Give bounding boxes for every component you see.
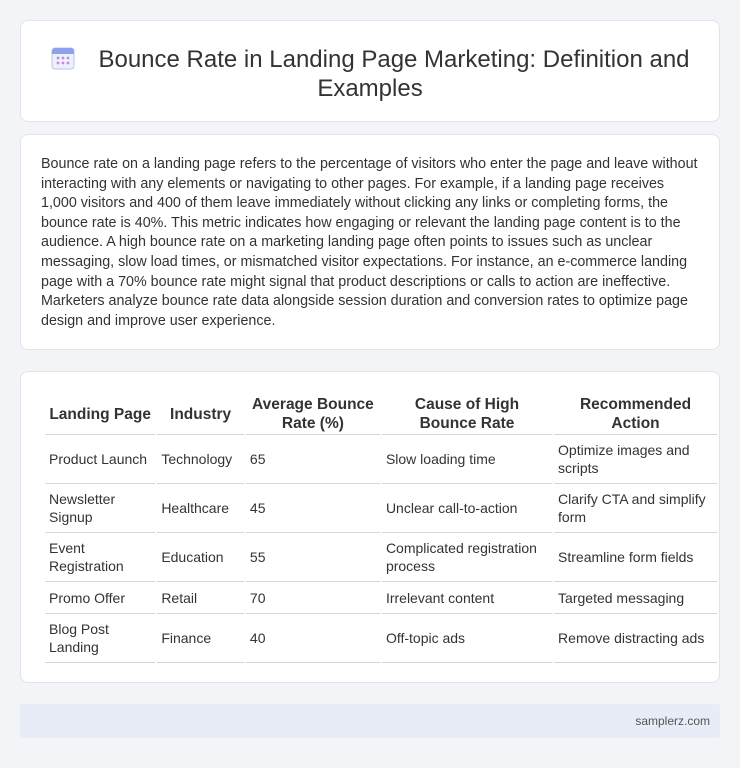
title-card: Bounce Rate in Landing Page Marketing: D…: [20, 20, 720, 122]
page-title-wrap: Bounce Rate in Landing Page Marketing: D…: [21, 45, 719, 103]
cell-industry: Education: [157, 533, 244, 582]
cell-cause: Unclear call-to-action: [381, 484, 553, 533]
table-row: Event Registration Education 55 Complica…: [45, 533, 717, 582]
page-title: Bounce Rate in Landing Page Marketing: D…: [98, 46, 690, 102]
cell-landing-page: Blog Post Landing: [45, 614, 156, 663]
cell-industry: Retail: [157, 582, 244, 614]
cell-bounce-rate: 40: [245, 614, 380, 663]
cell-cause: Complicated registration process: [381, 533, 553, 582]
footer-site-link[interactable]: samplerz.com: [635, 714, 710, 728]
description-text: Bounce rate on a landing page refers to …: [41, 156, 698, 329]
cell-landing-page: Event Registration: [45, 533, 156, 582]
description-card: Bounce rate on a landing page refers to …: [20, 134, 720, 350]
table-header-row: Landing Page Industry Average Bounce Rat…: [45, 393, 717, 435]
table-row: Newsletter Signup Healthcare 45 Unclear …: [45, 484, 717, 533]
cell-industry: Technology: [157, 435, 244, 484]
cell-cause: Off-topic ads: [381, 614, 553, 663]
cell-landing-page: Newsletter Signup: [45, 484, 156, 533]
cell-cause: Irrelevant content: [381, 582, 553, 614]
cell-bounce-rate: 65: [245, 435, 380, 484]
cell-bounce-rate: 45: [245, 484, 380, 533]
calendar-icon: [51, 47, 75, 70]
cell-industry: Finance: [157, 614, 244, 663]
table-row: Blog Post Landing Finance 40 Off-topic a…: [45, 614, 717, 663]
cell-cause: Slow loading time: [381, 435, 553, 484]
cell-action: Remove distracting ads: [554, 614, 717, 663]
table-row: Product Launch Technology 65 Slow loadin…: [45, 435, 717, 484]
cell-industry: Healthcare: [157, 484, 244, 533]
column-header-landing-page: Landing Page: [45, 393, 156, 435]
table-card: Landing Page Industry Average Bounce Rat…: [20, 371, 720, 683]
cell-bounce-rate: 70: [245, 582, 380, 614]
column-header-cause: Cause of High Bounce Rate: [381, 393, 553, 435]
column-header-bounce-rate: Average Bounce Rate (%): [245, 393, 380, 435]
column-header-industry: Industry: [157, 393, 244, 435]
cell-action: Clarify CTA and simplify form: [554, 484, 717, 533]
cell-bounce-rate: 55: [245, 533, 380, 582]
cell-landing-page: Product Launch: [45, 435, 156, 484]
bounce-rate-table: Landing Page Industry Average Bounce Rat…: [43, 393, 719, 663]
table-row: Promo Offer Retail 70 Irrelevant content…: [45, 582, 717, 614]
cell-landing-page: Promo Offer: [45, 582, 156, 614]
cell-action: Optimize images and scripts: [554, 435, 717, 484]
cell-action: Targeted messaging: [554, 582, 717, 614]
column-header-action: Recommended Action: [554, 393, 717, 435]
footer-bar: samplerz.com: [20, 704, 720, 738]
cell-action: Streamline form fields: [554, 533, 717, 582]
